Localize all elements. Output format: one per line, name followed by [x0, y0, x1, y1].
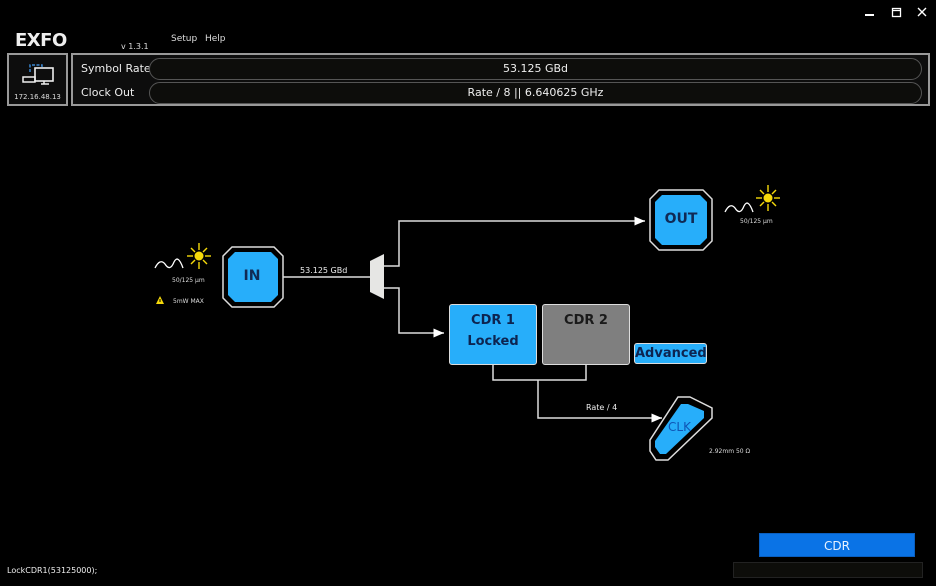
output-port-label: OUT [664, 211, 698, 227]
output-port[interactable]: OUT [649, 189, 713, 251]
status-field [733, 562, 923, 578]
clk-connector-label: 2.92mm 50 Ω [709, 448, 751, 455]
input-fiber-label: 50/125 µm [172, 277, 205, 284]
warning-icon [156, 296, 164, 304]
output-laser-sun-icon [756, 185, 780, 211]
cdr1-title: CDR 1 [471, 313, 515, 328]
output-fiber-label: 50/125 µm [740, 218, 773, 225]
cdr1-block[interactable]: CDR 1 Locked [449, 304, 537, 365]
status-text: LockCDR1(53125000); [7, 566, 98, 575]
clk-rate-label: Rate / 4 [586, 403, 618, 412]
signal-path-diagram [154, 185, 780, 461]
input-link-rate: 53.125 GBd [300, 266, 348, 275]
laser-sun-icon [187, 243, 211, 269]
input-port-label: IN [243, 268, 261, 284]
input-port[interactable]: IN [222, 246, 284, 308]
input-warning-label: 5mW MAX [173, 298, 204, 305]
splitter-to-cdr-line [384, 287, 444, 338]
cdr-mode-button[interactable]: CDR [759, 533, 915, 557]
clk-port-label: CLK [668, 420, 691, 434]
splitter-shape [370, 254, 384, 299]
sine-wave-icon [154, 258, 184, 269]
cdr-merge-line [492, 365, 587, 381]
cdr2-block[interactable]: CDR 2 [542, 304, 630, 365]
cdr-to-clk-line [537, 380, 662, 423]
advanced-button[interactable]: Advanced [634, 343, 707, 364]
cdr2-title: CDR 2 [564, 313, 608, 328]
splitter-to-out-line [384, 216, 645, 267]
output-sine-wave-icon [724, 202, 754, 213]
cdr1-status: Locked [467, 334, 519, 349]
